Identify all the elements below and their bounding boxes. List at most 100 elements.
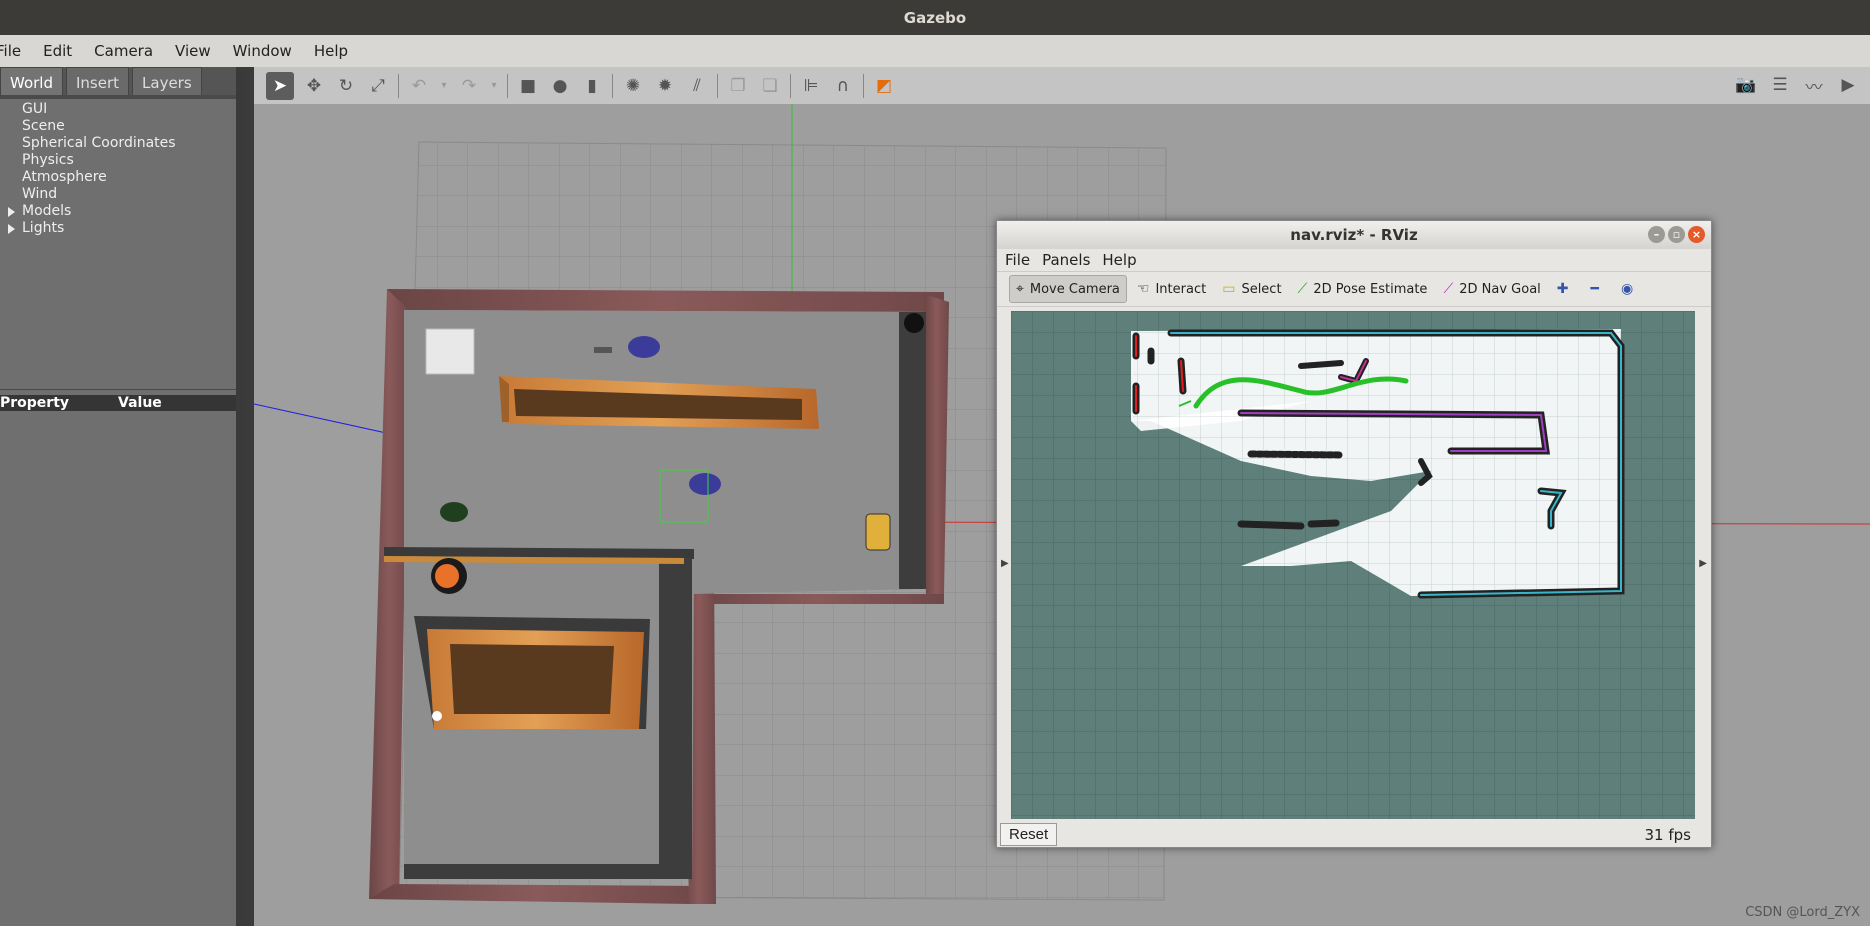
paste-icon[interactable]: ❏: [758, 74, 782, 98]
toolbar-separator: [863, 73, 864, 98]
eye-icon: ◉: [1620, 281, 1634, 297]
rviz-menu-panels[interactable]: Panels: [1042, 251, 1090, 269]
select-icon[interactable]: ➤: [266, 71, 294, 100]
view-angle-icon[interactable]: ◩: [872, 74, 896, 98]
left-panel-toggle-icon[interactable]: ▶: [1001, 558, 1009, 569]
tree-item-gui[interactable]: GUI: [0, 101, 245, 118]
hand-icon: ☜: [1136, 281, 1150, 297]
select-label: Select: [1241, 281, 1282, 297]
tree-item-models[interactable]: Models: [0, 203, 245, 220]
panel-splitter[interactable]: [236, 67, 245, 926]
right-panel-toggle-icon[interactable]: ▶: [1699, 558, 1707, 569]
menu-camera[interactable]: Camera: [94, 42, 153, 60]
camera-icon: ⌖: [1016, 281, 1024, 297]
nav-goal-tool[interactable]: ⟋ 2D Nav Goal: [1437, 275, 1546, 303]
view-options-button[interactable]: ◉: [1615, 275, 1645, 303]
window-titlebar: Gazebo: [0, 0, 1870, 35]
property-panel: [0, 390, 236, 926]
plot-icon[interactable]: 〰: [1802, 73, 1826, 98]
undo-menu-icon[interactable]: ▾: [439, 74, 449, 98]
inner-walls: [384, 547, 694, 564]
select-tool[interactable]: ▭ Select: [1216, 275, 1287, 303]
tree-item-lights[interactable]: Lights: [0, 220, 245, 237]
redo-icon[interactable]: ↷: [457, 74, 481, 98]
rviz-menu-help[interactable]: Help: [1102, 251, 1136, 269]
translate-icon[interactable]: ✥: [302, 74, 326, 98]
tree-item-scene[interactable]: Scene: [0, 118, 245, 135]
watermark: CSDN @Lord_ZYX: [1745, 905, 1860, 920]
white-ball: [432, 711, 442, 721]
small-marker: [594, 347, 612, 353]
tree-item-wind[interactable]: Wind: [0, 186, 245, 203]
undo-icon[interactable]: ↶: [407, 74, 431, 98]
tab-insert[interactable]: Insert: [66, 67, 130, 95]
snap-icon[interactable]: ∩: [831, 74, 855, 98]
tab-layers[interactable]: Layers: [132, 67, 202, 95]
close-icon[interactable]: ×: [1688, 226, 1705, 243]
interact-tool[interactable]: ☜ Interact: [1131, 275, 1212, 303]
main-menubar: File Edit Camera View Window Help: [0, 35, 1870, 67]
move-camera-tool[interactable]: ⌖ Move Camera: [1009, 275, 1127, 303]
remove-tool-button[interactable]: ━: [1585, 275, 1611, 303]
video-icon[interactable]: ▶: [1836, 73, 1860, 97]
screenshot-icon[interactable]: 📷: [1734, 73, 1758, 97]
directional-light-icon[interactable]: ⫽: [685, 74, 709, 98]
black-cylinder: [904, 313, 924, 333]
minimize-icon[interactable]: –: [1648, 226, 1665, 243]
copy-icon[interactable]: ❐: [726, 74, 750, 98]
cylinder-icon[interactable]: ▮: [580, 74, 604, 98]
pose-estimate-tool[interactable]: ⟋ 2D Pose Estimate: [1292, 275, 1434, 303]
tree-item-physics[interactable]: Physics: [0, 152, 245, 169]
box-icon[interactable]: ■: [516, 74, 540, 98]
pose-estimate-label: 2D Pose Estimate: [1313, 281, 1428, 297]
white-box: [425, 328, 475, 375]
menu-edit[interactable]: Edit: [43, 42, 72, 60]
rviz-menu-file[interactable]: File: [1005, 251, 1030, 269]
align-icon[interactable]: ⊫: [799, 74, 823, 98]
rviz-window[interactable]: nav.rviz* - RViz – ▫ × File Panels Help …: [996, 220, 1712, 848]
spot-light-icon[interactable]: ✹: [653, 74, 677, 98]
add-tool-button[interactable]: ✚: [1551, 275, 1581, 303]
rotate-icon[interactable]: ↻: [334, 74, 358, 98]
move-camera-label: Move Camera: [1029, 281, 1120, 297]
world-tree: GUI Scene Spherical Coordinates Physics …: [0, 99, 245, 389]
value-column-header: Value: [118, 395, 162, 411]
explored-area: [1131, 329, 1621, 596]
nav-goal-label: 2D Nav Goal: [1459, 281, 1541, 297]
blue-cylinder-top: [628, 336, 660, 358]
tree-item-spherical-coordinates[interactable]: Spherical Coordinates: [0, 135, 245, 152]
minus-icon: ━: [1590, 281, 1599, 297]
toolbar-separator: [507, 73, 508, 98]
green-arrow-icon: ⟋: [1297, 281, 1308, 297]
toolbar-separator: [790, 73, 791, 98]
sphere-icon[interactable]: ●: [548, 74, 572, 98]
rviz-map-view[interactable]: [1011, 311, 1695, 819]
log-icon[interactable]: ☰: [1768, 73, 1792, 97]
rviz-titlebar[interactable]: nav.rviz* - RViz – ▫ ×: [997, 221, 1711, 249]
toolbar-separator: [612, 73, 613, 98]
rviz-title: nav.rviz* - RViz: [1290, 226, 1418, 244]
menu-window[interactable]: Window: [233, 42, 292, 60]
main-toolbar: ➤ ✥ ↻ ⤢ ↶ ▾ ↷ ▾ ■ ● ▮ ✺ ✹ ⫽ ❐ ❏ ⊫ ∩ ◩ 📷 …: [254, 67, 1870, 104]
rviz-bottom-bar: Reset 31 fps: [997, 821, 1711, 848]
magenta-arrow-icon: ⟋: [1443, 281, 1454, 297]
reset-button[interactable]: Reset: [1000, 823, 1058, 846]
occupancy-map[interactable]: [1011, 311, 1695, 819]
point-light-icon[interactable]: ✺: [621, 74, 645, 98]
menu-file[interactable]: File: [0, 42, 21, 60]
menu-help[interactable]: Help: [314, 42, 348, 60]
interact-label: Interact: [1155, 281, 1207, 297]
menu-view[interactable]: View: [175, 42, 211, 60]
shelf-bottom: [414, 616, 650, 729]
tab-world[interactable]: World: [0, 67, 63, 95]
scale-icon[interactable]: ⤢: [366, 74, 390, 98]
blue-cylinder-center: [689, 473, 721, 495]
rviz-menubar: File Panels Help: [997, 249, 1711, 271]
toolbar-right-group: 📷 ☰ 〰 ▶: [1724, 73, 1860, 98]
tree-item-atmosphere[interactable]: Atmosphere: [0, 169, 245, 186]
orange-cone-top: [435, 564, 459, 588]
maximize-icon[interactable]: ▫: [1668, 226, 1685, 243]
window-title: Gazebo: [903, 8, 967, 27]
redo-menu-icon[interactable]: ▾: [489, 74, 499, 98]
fps-readout: 31 fps: [1644, 825, 1691, 844]
